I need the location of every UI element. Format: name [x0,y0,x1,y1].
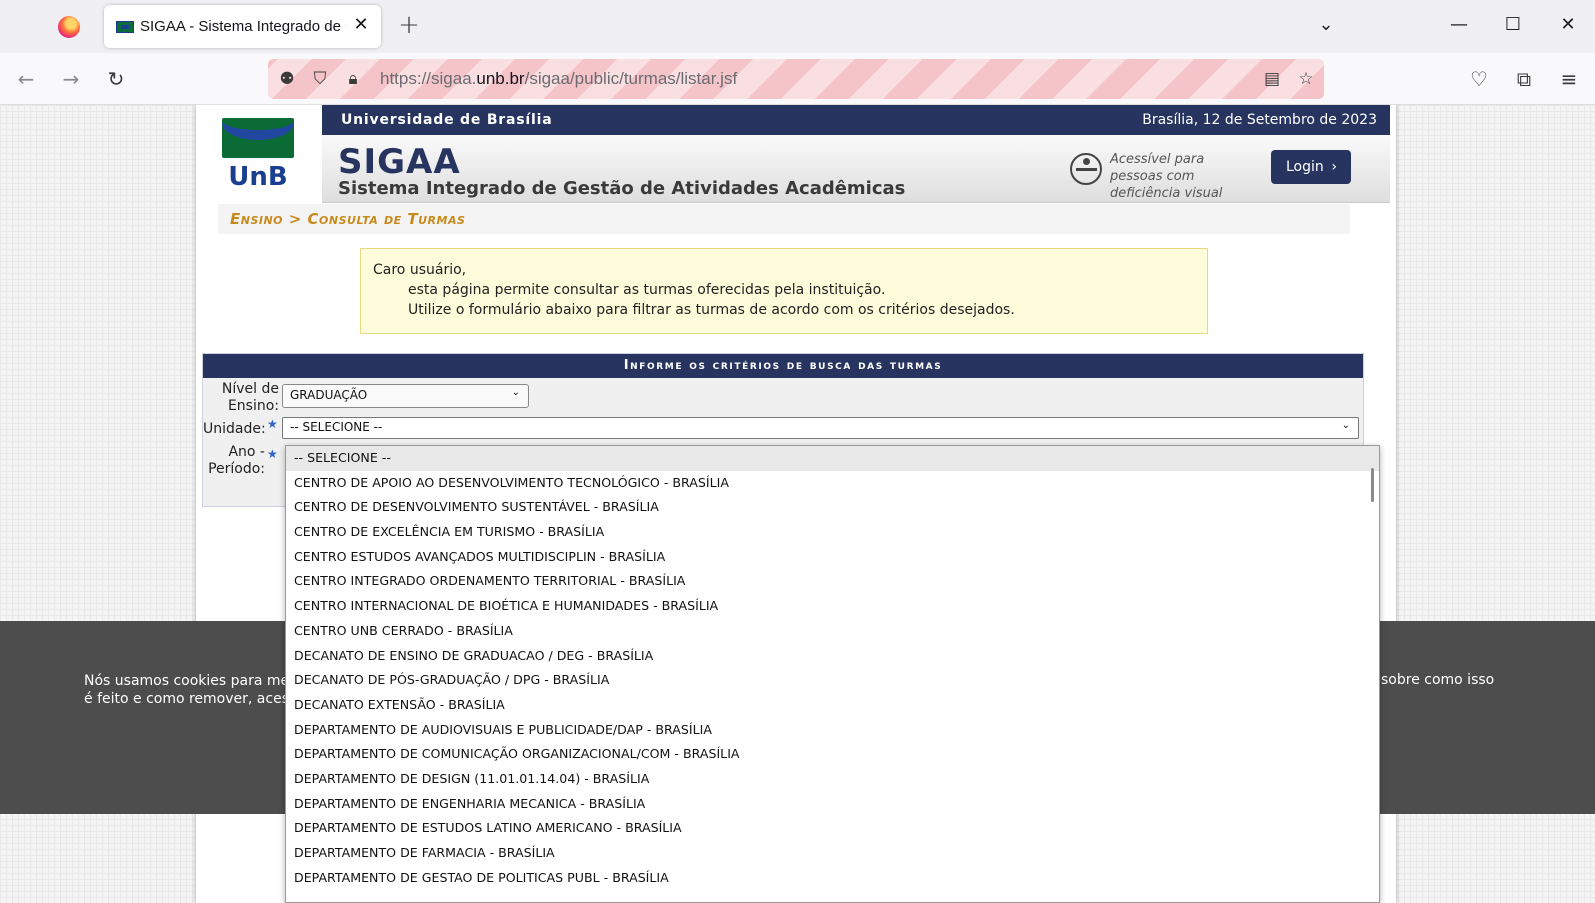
institution-name: Universidade de Brasília [341,112,553,128]
chevron-down-icon: ⌄ [511,387,520,398]
back-arrow-icon[interactable]: ← [12,65,40,93]
login-button[interactable]: Login › [1271,150,1351,184]
remote-control-icon[interactable]: ⚉ [276,68,298,90]
url-text[interactable]: https://sigaa.unb.br/sigaa/public/turmas… [380,69,737,89]
close-tab-icon[interactable]: ✕ [350,14,372,36]
unb-favicon-icon [116,21,134,33]
institution-strip: Universidade de Brasília Brasília, 12 de… [202,105,1390,135]
menu-icon[interactable]: ≡ [1555,65,1583,93]
lock-icon[interactable]: 🔒︎ [342,68,364,90]
tab-title: SIGAA - Sistema Integrado de Gestão de A… [140,18,346,35]
nivel-label: Nível de Ensino: [221,381,279,414]
dropdown-option[interactable]: -- SELECIONE -- [286,446,1379,471]
logo-text: UnB [228,162,288,192]
dropdown-option[interactable]: CENTRO DE APOIO AO DESENVOLVIMENTO TECNO… [286,471,1379,496]
firefox-icon[interactable] [58,16,80,38]
dropdown-option[interactable]: DECANATO DE PÓS-GRADUAÇÃO / DPG - BRASÍL… [286,668,1379,693]
maximize-button[interactable]: ☐ [1498,10,1528,40]
dropdown-option[interactable]: CENTRO INTERNACIONAL DE BIOÉTICA E HUMAN… [286,594,1379,619]
dropdown-option[interactable]: CENTRO UNB CERRADO - BRASÍLIA [286,619,1379,644]
nivel-ensino-select[interactable]: GRADUAÇÃO ⌄ [282,384,529,408]
info-notice: Caro usuário, esta página permite consul… [360,248,1208,334]
dropdown-option[interactable]: CENTRO INTEGRADO ORDENAMENTO TERRITORIAL… [286,569,1379,594]
pocket-icon[interactable]: ♡ [1465,65,1493,93]
notice-line-1: esta página permite consultar as turmas … [408,282,886,298]
browser-nav-bar: ← → ↻ ⚉ ⛉ 🔒︎ https://sigaa.unb.br/sigaa/… [0,53,1595,105]
dropdown-option[interactable]: DECANATO DE ENSINO DE GRADUACAO / DEG - … [286,644,1379,669]
required-star-icon: ★ [267,447,278,461]
unidade-select[interactable]: -- SELECIONE -- ⌄ [282,417,1359,439]
dropdown-option[interactable]: DEPARTAMENTO DE DESIGN (11.01.01.14.04) … [286,767,1379,792]
shield-icon[interactable]: ⛉ [309,68,331,90]
reload-icon[interactable]: ↻ [102,65,130,93]
dropdown-option[interactable]: DECANATO EXTENSÃO - BRASÍLIA [286,693,1379,718]
notice-line-2: Utilize o formulário abaixo para filtrar… [408,302,1015,318]
unidade-label: Unidade: [203,421,266,437]
browser-tab-bar: SIGAA - Sistema Integrado de Gestão de A… [0,0,1595,53]
dropdown-option[interactable]: DEPARTAMENTO DE FARMACIA - BRASÍLIA [286,841,1379,866]
current-date: Brasília, 12 de Setembro de 2023 [1142,112,1377,128]
dropdown-option[interactable]: CENTRO DE DESENVOLVIMENTO SUSTENTÁVEL - … [286,495,1379,520]
dropdown-option[interactable]: DEPARTAMENTO DE COMUNICAÇÃO ORGANIZACION… [286,742,1379,767]
dropdown-option[interactable]: DEPARTAMENTO DE ENGENHARIA MECANICA - BR… [286,792,1379,817]
forward-arrow-icon[interactable]: → [57,65,85,93]
bookmark-star-icon[interactable]: ☆ [1295,68,1317,90]
tab-list-chevron-icon[interactable]: ⌄ [1311,10,1341,40]
address-bar[interactable]: ⚉ ⛉ 🔒︎ https://sigaa.unb.br/sigaa/public… [268,59,1324,99]
required-star-icon: ★ [267,417,278,431]
browser-tab[interactable]: SIGAA - Sistema Integrado de Gestão de A… [104,5,381,48]
dropdown-option[interactable]: DEPARTAMENTO DE GESTAO DE POLITICAS PUBL… [286,866,1379,891]
chevron-right-icon: › [1331,159,1337,175]
dropdown-option[interactable]: DEPARTAMENTO DE ESTUDOS LATINO AMERICANO… [286,816,1379,841]
close-window-button[interactable]: ✕ [1553,10,1583,40]
chevron-down-icon: ⌄ [1341,420,1350,431]
accessibility-icon[interactable] [1070,153,1102,185]
cookie-text-tail: sobre como isso [1381,672,1495,688]
dropdown-option[interactable]: CENTRO DE EXCELÊNCIA EM TURISMO - BRASÍL… [286,520,1379,545]
notice-greeting: Caro usuário, [373,262,467,278]
breadcrumb: Ensino > Consulta de Turmas [218,204,1350,234]
dropdown-scrollbar[interactable] [1371,468,1374,502]
system-name: SIGAA [338,142,461,182]
dropdown-option[interactable]: CENTRO ESTUDOS AVANÇADOS MULTIDISCIPLIN … [286,545,1379,570]
minimize-button[interactable]: — [1444,10,1474,40]
new-tab-button[interactable]: + [396,12,422,38]
unidade-dropdown-list[interactable]: -- SELECIONE -- CENTRO DE APOIO AO DESENV… [285,445,1380,903]
extensions-icon[interactable]: ⧉ [1510,65,1538,93]
form-title: Informe os critérios de busca das turmas [203,354,1363,378]
cookie-text: Nós usamos cookies para me é feito e como… [84,673,290,707]
dropdown-option[interactable]: DEPARTAMENTO DE AUDIOVISUAIS E PUBLICIDA… [286,718,1379,743]
system-subtitle: Sistema Integrado de Gestão de Atividade… [338,178,906,199]
reader-view-icon[interactable]: ▤ [1261,68,1283,90]
ano-periodo-label: Ano - Período: [208,444,265,477]
unb-logo-icon[interactable] [222,118,294,158]
accessibility-link[interactable]: Acessível para pessoas com deficiência v… [1110,151,1260,202]
